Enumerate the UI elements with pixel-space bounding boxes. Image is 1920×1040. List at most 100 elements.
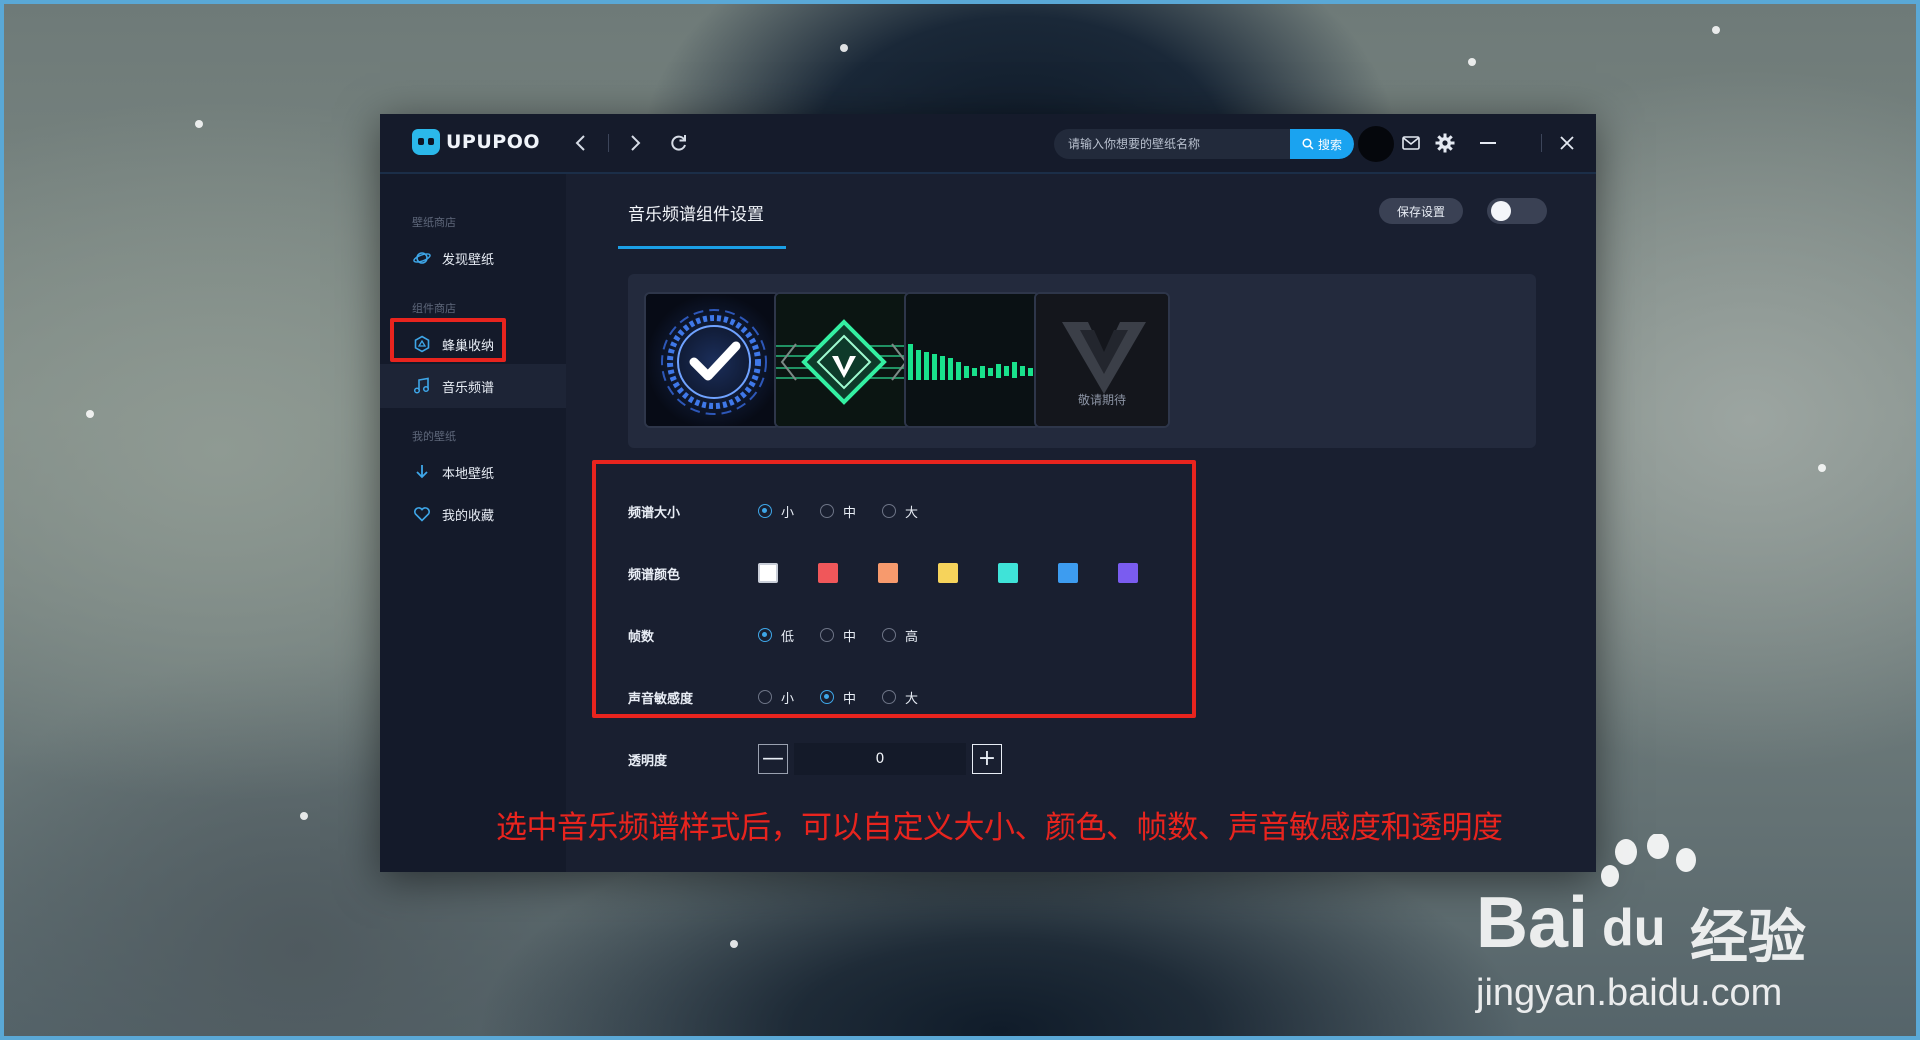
color-swatch-purple[interactable] — [1118, 563, 1138, 583]
tab-music-settings[interactable]: 音乐频谱组件设置 — [628, 200, 764, 225]
sidebar: 壁纸商店 发现壁纸 组件商店 蜂巢收纳 音乐频谱 我的壁纸 本地壁纸 我的收藏 — [380, 174, 566, 872]
option-label: 高 — [905, 629, 919, 645]
forward-icon[interactable] — [620, 128, 650, 158]
size-label: 频谱大小 — [628, 505, 681, 521]
fps-label: 帧数 — [628, 629, 655, 645]
sidebar-item-hive[interactable]: 蜂巢收纳 — [380, 322, 566, 366]
search-input[interactable] — [1054, 129, 1290, 159]
style-card-bars[interactable] — [904, 292, 1040, 428]
radio-button — [820, 504, 835, 518]
opacity-decrease-button[interactable]: — — [758, 744, 788, 774]
music-note-icon — [412, 376, 432, 396]
opacity-value-field[interactable] — [794, 743, 966, 775]
watermark-url: jingyan.baidu.com — [1476, 972, 1783, 1014]
style-card-checkmark[interactable] — [644, 292, 780, 428]
size-option-medium[interactable]: 中 — [820, 502, 856, 521]
color-swatch-cyan[interactable] — [998, 563, 1018, 583]
snow-speck — [1712, 26, 1720, 34]
main-panel: 音乐频谱组件设置 保存设置 敬请期待 频谱大小 小 中 大 频谱颜色 帧数 低 … — [566, 174, 1596, 872]
sidebar-item-discover[interactable]: 发现壁纸 — [380, 236, 566, 280]
fps-option-low[interactable]: 低 — [758, 626, 794, 645]
setting-color: 频谱颜色 — [628, 558, 1228, 588]
radio-button — [882, 628, 897, 642]
option-label: 大 — [905, 505, 919, 521]
upupoo-window: UPUPOO 搜索 — [380, 114, 1596, 872]
option-label: 低 — [781, 629, 795, 645]
watermark-du: du — [1602, 899, 1666, 957]
sidebar-item-music[interactable]: 音乐频谱 — [380, 364, 566, 408]
search-box: 搜索 — [1054, 129, 1354, 159]
radio-button — [758, 504, 772, 518]
color-swatch-yellow[interactable] — [938, 563, 958, 583]
window-control-divider — [1541, 134, 1542, 152]
mail-icon[interactable] — [1396, 128, 1426, 158]
option-label: 小 — [781, 691, 795, 707]
color-swatch-white[interactable] — [758, 563, 778, 583]
snow-speck — [1818, 464, 1826, 472]
snow-speck — [1468, 58, 1476, 66]
option-label: 小 — [781, 505, 795, 521]
logo-text: UPUPOO — [446, 131, 541, 153]
sidebar-item-favorites[interactable]: 我的收藏 — [380, 492, 566, 536]
snow-speck — [730, 940, 738, 948]
sidebar-item-local[interactable]: 本地壁纸 — [380, 450, 566, 494]
sidebar-section-store: 壁纸商店 — [412, 216, 456, 229]
radio-button — [820, 690, 835, 704]
checkmark-ring-preview — [646, 294, 778, 426]
spectrum-style-gallery: 敬请期待 — [628, 274, 1536, 448]
opacity-increase-button[interactable]: + — [972, 744, 1002, 774]
gear-icon[interactable] — [1430, 128, 1460, 158]
style-card-coming-soon[interactable]: 敬请期待 — [1034, 292, 1170, 428]
sidebar-section-widgets: 组件商店 — [412, 302, 456, 315]
sensitivity-option-small[interactable]: 小 — [758, 688, 794, 707]
snow-speck — [195, 120, 203, 128]
search-icon — [1302, 138, 1314, 150]
back-icon[interactable] — [566, 128, 596, 158]
app-logo[interactable]: UPUPOO — [412, 129, 540, 155]
user-avatar[interactable] — [1358, 126, 1394, 162]
style-card-diamond[interactable] — [774, 292, 910, 428]
diamond-glitch-preview — [776, 294, 908, 426]
setting-size: 频谱大小 小 中 大 — [628, 496, 1228, 526]
refresh-icon[interactable] — [664, 128, 694, 158]
color-swatch-red[interactable] — [818, 563, 838, 583]
radio-button — [882, 690, 897, 704]
annotation-caption: 选中音乐频谱样式后，可以自定义大小、颜色、帧数、声音敏感度和透明度 — [496, 810, 1503, 846]
fps-option-medium[interactable]: 中 — [820, 626, 856, 645]
enable-toggle[interactable] — [1487, 198, 1547, 224]
sidebar-item-label: 我的收藏 — [442, 508, 495, 524]
hexagon-icon — [412, 334, 432, 354]
sidebar-item-label: 音乐频谱 — [442, 380, 495, 396]
active-tab-indicator — [618, 246, 786, 249]
sensitivity-option-medium[interactable]: 中 — [820, 688, 856, 707]
radio-button — [758, 628, 772, 642]
watermark-bai: Bai — [1476, 883, 1589, 963]
setting-sensitivity: 声音敏感度 小 中 大 — [628, 682, 1228, 712]
color-swatch-blue[interactable] — [1058, 563, 1078, 583]
planet-icon — [412, 248, 432, 268]
snow-speck — [86, 410, 94, 418]
close-icon[interactable] — [1552, 128, 1582, 158]
color-swatch-orange[interactable] — [878, 563, 898, 583]
option-label: 中 — [843, 505, 857, 521]
search-button[interactable]: 搜索 — [1290, 129, 1354, 159]
option-label: 大 — [905, 691, 919, 707]
nav-divider — [608, 134, 609, 152]
size-option-large[interactable]: 大 — [882, 502, 918, 521]
size-option-small[interactable]: 小 — [758, 502, 794, 521]
fps-option-high[interactable]: 高 — [882, 626, 918, 645]
sidebar-item-label: 本地壁纸 — [442, 466, 495, 482]
save-settings-button[interactable]: 保存设置 — [1379, 198, 1463, 224]
sensitivity-option-large[interactable]: 大 — [882, 688, 918, 707]
watermark-jingyan: 经验 — [1690, 905, 1807, 970]
sidebar-item-label: 发现壁纸 — [442, 252, 495, 268]
radio-button — [820, 628, 835, 642]
heart-icon — [412, 504, 432, 524]
sensitivity-label: 声音敏感度 — [628, 691, 694, 707]
sidebar-item-label: 蜂巢收纳 — [442, 338, 495, 354]
setting-fps: 帧数 低 中 高 — [628, 620, 1228, 650]
coming-soon-label: 敬请期待 — [1077, 393, 1126, 407]
minimize-icon[interactable] — [1473, 128, 1503, 158]
option-label: 中 — [843, 691, 857, 707]
option-label: 中 — [843, 629, 857, 645]
